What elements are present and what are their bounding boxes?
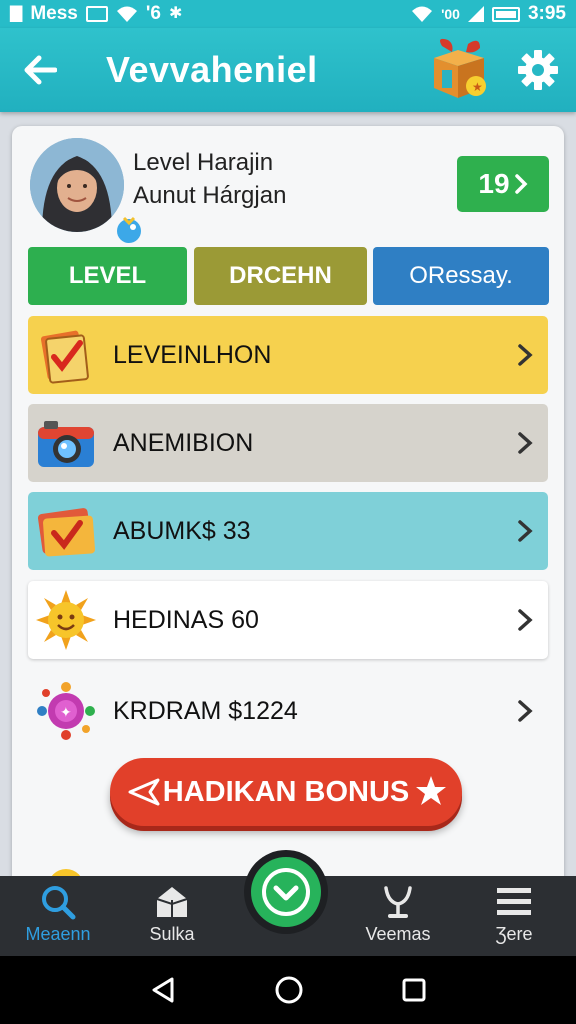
list-item[interactable]: LEVEINLHON — [28, 316, 548, 394]
list-item-label: HEDINAS 60 — [113, 605, 259, 634]
gift-box-icon: ★ — [434, 38, 486, 98]
back-triangle-icon[interactable] — [148, 975, 178, 1005]
nav-item-awards[interactable]: Veemas — [343, 876, 453, 956]
main-card: Level Harajin Aunut Hárgjan 19 LEVEL DRC… — [12, 126, 564, 886]
chevron-right-icon — [518, 432, 533, 454]
gift-button[interactable]: ★ — [428, 36, 490, 102]
profile-text: Level Harajin Aunut Hárgjan — [133, 146, 286, 212]
status-left-extra: '6 — [145, 3, 161, 24]
profile-header: Level Harajin Aunut Hárgjan 19 — [12, 126, 564, 243]
menu-icon — [497, 888, 531, 915]
image-icon — [85, 6, 108, 22]
nav-item-more[interactable]: Ʒere — [459, 876, 569, 956]
tab-oressay[interactable]: ORessay. — [373, 247, 549, 305]
wifi-icon — [116, 6, 137, 22]
list-item-label: ABUMK$ 33 — [113, 516, 251, 545]
signal-icon — [467, 6, 484, 22]
svg-text:✦: ✦ — [60, 705, 72, 721]
folder-icon — [37, 508, 95, 557]
search-icon — [42, 886, 76, 920]
fab-inner — [251, 857, 321, 927]
tab-level[interactable]: LEVEL — [28, 247, 187, 305]
profile-line-1: Level Harajin — [133, 149, 274, 176]
level-badge-value: 19 — [478, 168, 510, 199]
list-item[interactable]: ✦ KRDRAM $1224 — [28, 672, 548, 750]
tab-bar: LEVEL DRCEHN ORessay. — [28, 247, 549, 305]
gem-icon: ✦ — [37, 682, 95, 740]
gear-icon — [518, 50, 558, 90]
center-action-button[interactable] — [244, 850, 328, 934]
chevron-right-icon — [518, 700, 533, 722]
svg-text:★: ★ — [472, 80, 483, 94]
bluetooth-icon: ✱ — [168, 5, 183, 22]
avatar-portrait-icon — [30, 138, 124, 232]
nav-label: Veemas — [365, 924, 431, 944]
status-time: 3:95 — [527, 3, 566, 24]
recents-square-icon[interactable] — [400, 976, 428, 1004]
check-circle-icon — [262, 868, 310, 916]
level-badge-button[interactable]: 19 — [457, 156, 549, 212]
status-app-name: Mess — [30, 3, 78, 24]
bird-badge-icon — [117, 216, 141, 243]
nav-item-home[interactable]: Sulka — [117, 876, 227, 956]
nav-label: Ʒere — [495, 924, 533, 944]
wifi-icon-right — [412, 6, 433, 22]
avatar[interactable] — [30, 138, 141, 243]
nav-label: Sulka — [149, 924, 195, 944]
list-item-label: LEVEINLHON — [113, 340, 272, 369]
award-icon — [384, 886, 412, 918]
star-icon — [416, 776, 446, 805]
back-arrow-icon — [24, 55, 57, 85]
star-burst-icon — [128, 778, 160, 806]
nav-label: Meaenn — [25, 924, 91, 944]
status-bar: ▇ Mess '6 ✱ '00 3:95 — [0, 0, 576, 28]
bonus-button-label: HADIKAN BONUS — [162, 775, 410, 808]
system-nav-bar — [0, 956, 576, 1024]
chevron-right-icon — [518, 609, 533, 631]
profile-line-2: Aunut Hárgjan — [133, 182, 287, 209]
checklist-icon — [40, 330, 89, 384]
list-item-label: KRDRAM $1224 — [113, 696, 298, 725]
nav-item-search[interactable]: Meaenn — [3, 876, 113, 956]
list-item[interactable]: ABUMK$ 33 — [28, 492, 548, 570]
tab-drcehn[interactable]: DRCEHN — [194, 247, 367, 305]
list-item-label: ANEMIBION — [113, 428, 254, 457]
chevron-right-icon — [518, 344, 533, 366]
list-item[interactable]: HEDINAS 60 — [28, 581, 548, 659]
sun-icon — [36, 590, 96, 650]
home-circle-icon[interactable] — [273, 974, 305, 1006]
chevron-right-icon — [514, 174, 528, 194]
back-button[interactable] — [0, 28, 80, 112]
list-item[interactable]: ANEMIBION — [28, 404, 548, 482]
notification-icon: ▇ — [10, 5, 23, 22]
status-right-text: '00 — [441, 6, 460, 22]
app-bar: Vevvaheniel ★ — [0, 28, 576, 112]
bonus-button[interactable]: HADIKAN BONUS — [110, 758, 462, 826]
page-title: Vevvaheniel — [106, 49, 318, 90]
chevron-right-icon — [518, 520, 533, 542]
settings-button[interactable] — [516, 48, 560, 92]
camera-icon — [38, 421, 94, 467]
house-icon — [156, 887, 188, 917]
battery-icon — [491, 6, 520, 22]
